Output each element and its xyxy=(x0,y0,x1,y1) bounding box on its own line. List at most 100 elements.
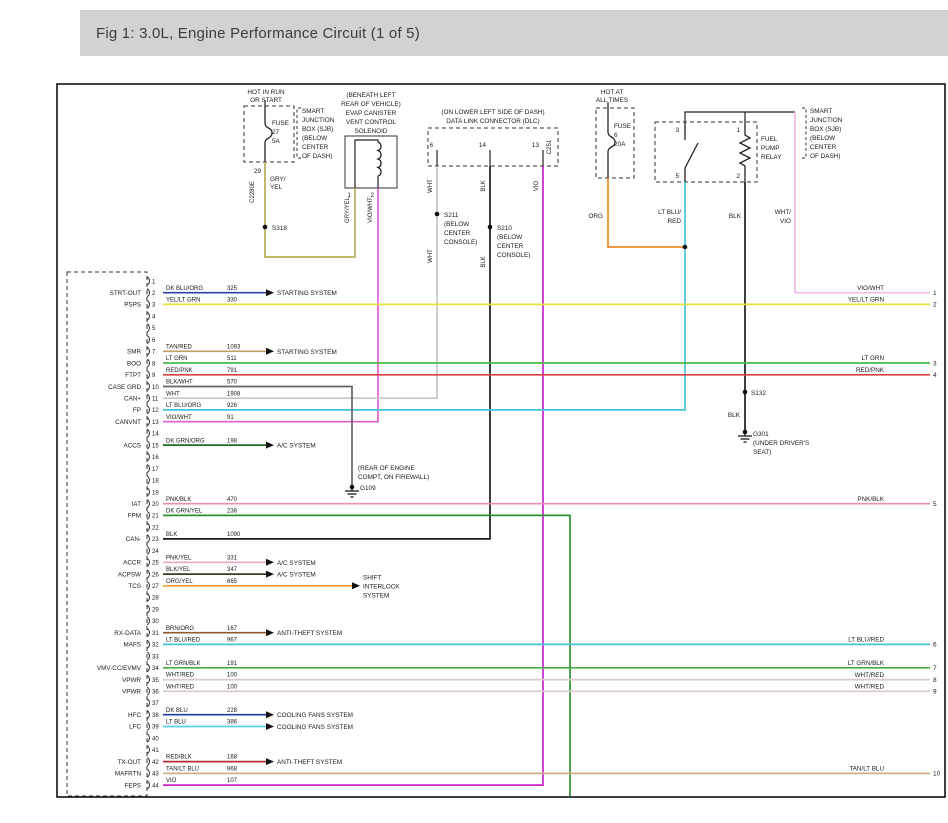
label: (ON LOWER LEFT SIDE OF DASH) xyxy=(441,109,544,116)
wire-color-label: LT BLU/ORG xyxy=(166,403,201,409)
wire-color-label: LT BLU xyxy=(166,720,186,726)
wire-circuit-number: 570 xyxy=(227,380,238,386)
wire-color-label: DK GRN/ORG xyxy=(166,438,205,444)
wire-circuit-number: 967 xyxy=(227,638,238,644)
wire-color-label: PNK/YEL xyxy=(166,555,192,561)
pcm-pin-number: 18 xyxy=(152,479,159,485)
splice-dot xyxy=(435,212,440,217)
pcm-pin-label: TCS xyxy=(128,583,141,590)
wire-color-label: LT GRN/BLK xyxy=(166,661,200,667)
label: VIO xyxy=(780,218,791,225)
pcm-pin-number: 23 xyxy=(152,537,159,543)
rotated-label: VIO xyxy=(534,181,540,192)
label: FUSE xyxy=(272,120,289,127)
wire-color-label: VIO xyxy=(166,778,177,784)
wire-color-label: WHT/RED xyxy=(855,684,885,691)
page-terminal-number: 4 xyxy=(933,372,937,379)
pcm-pin-number: 40 xyxy=(152,736,159,742)
pcm-pin-number: 44 xyxy=(152,783,159,789)
pcm-pin-label: FTPT xyxy=(125,372,141,379)
label: S318 xyxy=(272,225,287,232)
pcm-pin-label: HFC xyxy=(128,712,141,719)
rotated-label: GRY/YEL xyxy=(345,196,351,223)
label: FUSE xyxy=(614,123,631,130)
pcm-pin-label: CAN- xyxy=(126,536,141,543)
wire-circuit-number: 330 xyxy=(227,298,238,304)
wire-color-label: RED/BLK xyxy=(166,755,192,761)
pcm-pin-number: 15 xyxy=(152,443,159,449)
pcm-pin-label: CASE GRD xyxy=(108,384,141,391)
splice-dot xyxy=(488,225,493,230)
wire-color-label: VIO/WHT xyxy=(857,285,884,292)
system-callout: COOLING FANS SYSTEM xyxy=(277,712,353,719)
splice-dot xyxy=(263,225,268,230)
label: OF DASH) xyxy=(810,153,841,160)
label: ORG xyxy=(588,213,603,220)
system-callout: STARTING SYSTEM xyxy=(277,290,337,297)
label: BLK xyxy=(729,213,742,220)
pcm-pin-number: 24 xyxy=(152,549,159,555)
pcm-pin-label: FPM xyxy=(128,513,141,520)
wire-color-label: WHT xyxy=(166,391,180,397)
pcm-pin-number: 14 xyxy=(152,432,159,438)
label: COMPT, ON FIREWALL) xyxy=(358,474,429,481)
pcm-pin-number: 26 xyxy=(152,572,159,578)
pcm-pin-number: 29 xyxy=(152,607,159,613)
pcm-pin-number: 13 xyxy=(152,420,159,426)
label: 2 xyxy=(736,173,740,180)
rotated-label: BLK xyxy=(481,256,487,267)
wire-color-label: BLK/YEL xyxy=(166,567,191,573)
wire-circuit-number: 968 xyxy=(227,766,238,772)
label: ALL TIMES xyxy=(596,97,628,104)
label: 29 xyxy=(254,168,262,175)
label: 14 xyxy=(479,142,487,149)
label: SOLENOID xyxy=(354,128,387,135)
wire-circuit-number: 665 xyxy=(227,579,238,585)
label: CENTER xyxy=(810,144,837,151)
label: 6 xyxy=(429,142,433,149)
wire-color-label: LT GRN xyxy=(166,356,187,362)
pcm-pin-label: LFC xyxy=(129,724,141,731)
wire-circuit-number: 1093 xyxy=(227,345,241,351)
wire-circuit-number: 1908 xyxy=(227,391,241,397)
wire-circuit-number: 511 xyxy=(227,356,237,362)
label: S211 xyxy=(444,212,459,219)
pcm-pin-number: 37 xyxy=(152,701,159,707)
pcm-pin-number: 32 xyxy=(152,643,159,649)
pcm-pin-label: ACPSW xyxy=(118,571,141,578)
pcm-pin-label: FEPS xyxy=(125,782,141,789)
wire-circuit-number: 386 xyxy=(227,720,238,726)
pcm-pin-label: CAN+ xyxy=(124,396,141,403)
page-terminal-number: 6 xyxy=(933,642,937,649)
wire-color-label: YEL/LT GRN xyxy=(848,297,885,304)
page-terminal-number: 1 xyxy=(933,290,937,297)
label: S132 xyxy=(751,390,766,397)
pcm-pin-number: 39 xyxy=(152,725,159,731)
label: 1 xyxy=(736,127,740,134)
pcm-pin-label: VMV-CC/EVMV xyxy=(97,665,142,672)
pcm-pin-label: BOO xyxy=(127,360,141,367)
label: (BELOW xyxy=(497,234,523,241)
wire-color-label: DK GRN/YEL xyxy=(166,509,203,515)
wire-color-label: LT GRN/BLK xyxy=(848,660,885,667)
wire-circuit-number: 1090 xyxy=(227,532,241,538)
pcm-pin-number: 19 xyxy=(152,490,159,496)
pcm-pin-number: 20 xyxy=(152,502,159,508)
page-terminal-number: 8 xyxy=(933,677,937,684)
pcm-pin-number: 38 xyxy=(152,713,159,719)
pcm-pin-label: VPWR xyxy=(122,689,141,696)
pcm-pin-number: 42 xyxy=(152,760,159,766)
system-callout: STARTING SYSTEM xyxy=(277,349,337,356)
label: CENTER xyxy=(302,144,329,151)
label: 27 xyxy=(272,129,280,136)
label: WHT/ xyxy=(775,209,792,216)
pcm-pin-label: FP xyxy=(133,407,141,414)
wire-color-label: BLK/WHT xyxy=(166,380,193,386)
wire-circuit-number: 791 xyxy=(227,368,238,374)
pcm-pin-number: 12 xyxy=(152,408,159,414)
page-terminal-number: 9 xyxy=(933,689,937,696)
label: GRY/ xyxy=(270,176,286,183)
rotated-label: C251 xyxy=(547,139,553,154)
label: CONSOLE) xyxy=(444,239,477,246)
wire-circuit-number: 167 xyxy=(227,626,238,632)
